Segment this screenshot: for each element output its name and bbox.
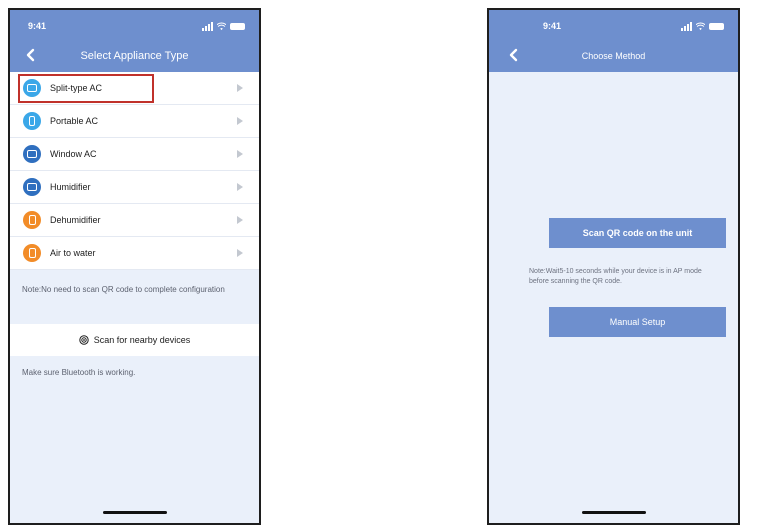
humidifier-icon <box>23 178 41 196</box>
highlight-box <box>18 74 154 103</box>
portable-ac-icon <box>23 112 41 130</box>
chevron-right-icon <box>237 117 243 125</box>
appliance-item-air-to-water[interactable]: Air to water <box>10 237 259 270</box>
home-indicator <box>102 511 167 514</box>
scan-radar-icon <box>79 335 89 345</box>
signal-icon <box>681 22 692 31</box>
select-appliance-screen: 9:41 Select Appliance Type Split-type AC… <box>8 8 261 525</box>
chevron-right-icon <box>237 150 243 158</box>
appliance-item-portable-ac[interactable]: Portable AC <box>10 105 259 138</box>
page-title: Select Appliance Type <box>80 50 189 62</box>
appliance-label: Portable AC <box>50 116 99 126</box>
appliance-item-dehumidifier[interactable]: Dehumidifier <box>10 204 259 237</box>
chevron-right-icon <box>237 249 243 257</box>
scan-qr-button[interactable]: Scan QR code on the unit <box>549 218 726 248</box>
choose-method-screen: 9:41 Choose Method Scan QR code on the u… <box>487 8 740 525</box>
nav-bar: Select Appliance Type <box>10 40 259 72</box>
page-title: Choose Method <box>581 51 646 61</box>
status-bar: 9:41 <box>10 10 259 40</box>
dehumidifier-icon <box>23 211 41 229</box>
appliance-label: Dehumidifier <box>50 215 101 225</box>
wifi-icon <box>696 22 705 31</box>
chevron-right-icon <box>237 216 243 224</box>
window-ac-icon <box>23 145 41 163</box>
bluetooth-hint: Make sure Bluetooth is working. <box>22 368 136 377</box>
manual-setup-button[interactable]: Manual Setup <box>549 307 726 337</box>
wifi-icon <box>217 22 226 31</box>
ap-mode-note: Note:Wait5-10 seconds while your device … <box>529 268 702 285</box>
nav-bar: Choose Method <box>489 40 738 72</box>
appliance-item-window-ac[interactable]: Window AC <box>10 138 259 171</box>
chevron-right-icon <box>237 183 243 191</box>
appliance-list: Split-type AC Portable AC Window AC Humi… <box>10 72 259 270</box>
status-time: 9:41 <box>28 21 47 31</box>
home-indicator <box>581 511 646 514</box>
appliance-item-split-type-ac[interactable]: Split-type AC <box>10 72 259 105</box>
status-time: 9:41 <box>543 21 562 31</box>
configuration-note: Note:No need to scan QR code to complete… <box>22 285 225 294</box>
chevron-right-icon <box>237 84 243 92</box>
status-bar: 9:41 <box>489 10 738 40</box>
air-to-water-icon <box>23 244 41 262</box>
battery-icon <box>709 23 724 30</box>
appliance-item-humidifier[interactable]: Humidifier <box>10 171 259 204</box>
scan-nearby-label: Scan for nearby devices <box>93 335 191 345</box>
battery-icon <box>230 23 245 30</box>
signal-icon <box>202 22 213 31</box>
appliance-label: Window AC <box>50 149 97 159</box>
appliance-label: Air to water <box>50 248 96 258</box>
appliance-label: Humidifier <box>50 182 91 192</box>
scan-nearby-button[interactable]: Scan for nearby devices <box>10 324 259 356</box>
